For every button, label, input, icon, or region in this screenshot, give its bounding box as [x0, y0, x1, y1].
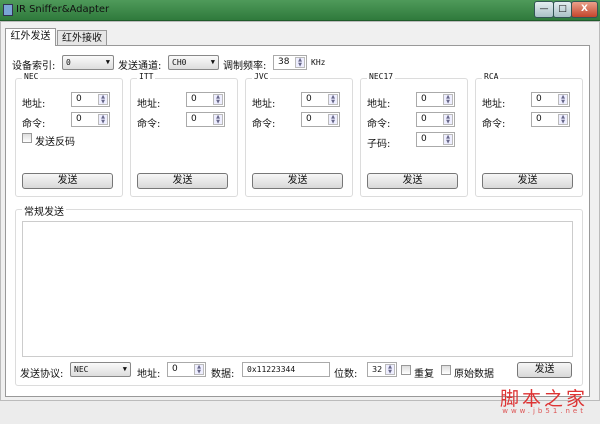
- general-send-button[interactable]: 发送: [517, 362, 572, 378]
- rca-address-value: 0: [536, 94, 542, 104]
- spin-arrows-icon[interactable]: ▲ ▼: [213, 114, 223, 125]
- spin-arrows-icon[interactable]: ▲ ▼: [443, 134, 453, 145]
- protocol-select[interactable]: NEC ▼: [70, 362, 131, 377]
- rca-address-spinner[interactable]: 0 ▲ ▼: [531, 92, 570, 107]
- bits-value: 32: [372, 365, 383, 374]
- rca-command-spinner[interactable]: 0 ▲ ▼: [531, 112, 570, 127]
- rca-send-button[interactable]: 发送: [482, 173, 573, 189]
- watermark-url: www.jb51.net: [502, 407, 586, 415]
- spin-arrows-icon[interactable]: ▲ ▼: [328, 114, 338, 125]
- spin-arrows-icon[interactable]: ▲ ▼: [558, 114, 568, 125]
- nec17-subcode-value: 0: [421, 134, 427, 144]
- bits-label: 位数:: [334, 369, 358, 380]
- protocol-label: 发送协议:: [20, 369, 64, 380]
- itt-address-value: 0: [191, 94, 197, 104]
- chevron-down-icon: ▼: [122, 365, 127, 373]
- device-index-label: 设备索引:: [12, 61, 56, 72]
- rca-command-value: 0: [536, 114, 542, 124]
- nec17-address-spinner[interactable]: 0 ▲ ▼: [416, 92, 455, 107]
- tab-ir-send[interactable]: 红外发送: [5, 28, 56, 46]
- spin-arrows-icon[interactable]: ▲ ▼: [213, 94, 223, 105]
- maximize-button[interactable]: □: [553, 1, 572, 18]
- nec17-group-title: NEC17: [367, 72, 396, 81]
- nec-address-spinner[interactable]: 0 ▲ ▼: [71, 92, 110, 107]
- nec-address-value: 0: [76, 94, 82, 104]
- frequency-value: 38: [278, 57, 290, 67]
- itt-command-label: 命令:: [137, 119, 161, 130]
- minimize-button[interactable]: —: [534, 1, 554, 18]
- repeat-checkbox[interactable]: [401, 365, 411, 375]
- rca-group-title: RCA: [482, 72, 501, 81]
- spin-arrows-icon[interactable]: ▲ ▼: [98, 94, 108, 105]
- nec-invert-checkbox[interactable]: [22, 133, 32, 143]
- spin-arrows-icon[interactable]: ▲ ▼: [98, 114, 108, 125]
- nec-command-spinner[interactable]: 0 ▲ ▼: [71, 112, 110, 127]
- nec-group-title: NEC: [22, 72, 41, 81]
- itt-command-spinner[interactable]: 0 ▲ ▼: [186, 112, 225, 127]
- itt-command-value: 0: [191, 114, 197, 124]
- general-address-spinner[interactable]: 0 ▲ ▼: [167, 362, 206, 377]
- channel-select[interactable]: CH0 ▼: [168, 55, 219, 70]
- nec17-command-spinner[interactable]: 0 ▲ ▼: [416, 112, 455, 127]
- bits-spinner[interactable]: 32 ▲ ▼: [367, 362, 397, 377]
- channel-value: CH0: [172, 58, 187, 67]
- jvc-command-label: 命令:: [252, 119, 276, 130]
- general-address-label: 地址:: [137, 369, 161, 380]
- jvc-address-label: 地址:: [252, 99, 276, 110]
- title-bar: IR Sniffer&Adapter — □ X: [0, 0, 600, 21]
- jvc-address-spinner[interactable]: 0 ▲ ▼: [301, 92, 340, 107]
- spin-arrows-icon[interactable]: ▲ ▼: [558, 94, 568, 105]
- spin-arrows-icon[interactable]: ▲ ▼: [385, 364, 395, 375]
- itt-address-spinner[interactable]: 0 ▲ ▼: [186, 92, 225, 107]
- nec-address-label: 地址:: [22, 99, 46, 110]
- data-input[interactable]: 0x11223344: [242, 362, 330, 377]
- nec17-send-button[interactable]: 发送: [367, 173, 458, 189]
- channel-label: 发送通道:: [118, 61, 162, 72]
- chevron-down-icon: ▼: [105, 58, 110, 66]
- jvc-command-spinner[interactable]: 0 ▲ ▼: [301, 112, 340, 127]
- nec17-subcode-spinner[interactable]: 0 ▲ ▼: [416, 132, 455, 147]
- nec17-address-label: 地址:: [367, 99, 391, 110]
- nec17-command-label: 命令:: [367, 119, 391, 130]
- frequency-label: 调制频率:: [223, 61, 267, 72]
- itt-address-label: 地址:: [137, 99, 161, 110]
- itt-group-title: ITT: [137, 72, 156, 81]
- data-label: 数据:: [211, 369, 235, 380]
- spin-arrows-icon[interactable]: ▲ ▼: [443, 94, 453, 105]
- general-address-value: 0: [172, 364, 178, 374]
- nec17-command-value: 0: [421, 114, 427, 124]
- jvc-address-value: 0: [306, 94, 312, 104]
- protocol-value: NEC: [74, 365, 89, 374]
- jvc-group-title: JVC: [252, 72, 271, 81]
- raw-data-checkbox[interactable]: [441, 365, 451, 375]
- nec-command-label: 命令:: [22, 119, 46, 130]
- jvc-send-button[interactable]: 发送: [252, 173, 343, 189]
- app-icon: [3, 4, 13, 16]
- nec-command-value: 0: [76, 114, 82, 124]
- repeat-label: 重复: [414, 369, 434, 380]
- rca-command-label: 命令:: [482, 119, 506, 130]
- spin-arrows-icon[interactable]: ▲ ▼: [328, 94, 338, 105]
- spin-arrows-icon[interactable]: ▲ ▼: [194, 364, 204, 375]
- spin-arrows-icon[interactable]: ▲ ▼: [295, 57, 305, 68]
- tab-ir-receive[interactable]: 红外接收: [57, 30, 107, 46]
- device-index-value: 0: [66, 58, 71, 67]
- spin-arrows-icon[interactable]: ▲ ▼: [443, 114, 453, 125]
- chevron-down-icon: ▼: [210, 58, 215, 66]
- frequency-spinner[interactable]: 38 ▲ ▼: [273, 55, 307, 70]
- device-index-select[interactable]: 0 ▼: [62, 55, 114, 70]
- rca-address-label: 地址:: [482, 99, 506, 110]
- itt-send-button[interactable]: 发送: [137, 173, 228, 189]
- general-send-title: 常规发送: [22, 203, 66, 218]
- frequency-unit: KHz: [311, 58, 326, 67]
- jvc-command-value: 0: [306, 114, 312, 124]
- raw-data-label: 原始数据: [454, 369, 494, 380]
- window-title: IR Sniffer&Adapter: [16, 4, 110, 15]
- nec-invert-label: 发送反码: [35, 137, 75, 148]
- nec-send-button[interactable]: 发送: [22, 173, 113, 189]
- close-button[interactable]: X: [571, 1, 598, 18]
- nec17-subcode-label: 子码:: [367, 139, 391, 150]
- nec17-address-value: 0: [421, 94, 427, 104]
- general-output-area[interactable]: [22, 221, 573, 357]
